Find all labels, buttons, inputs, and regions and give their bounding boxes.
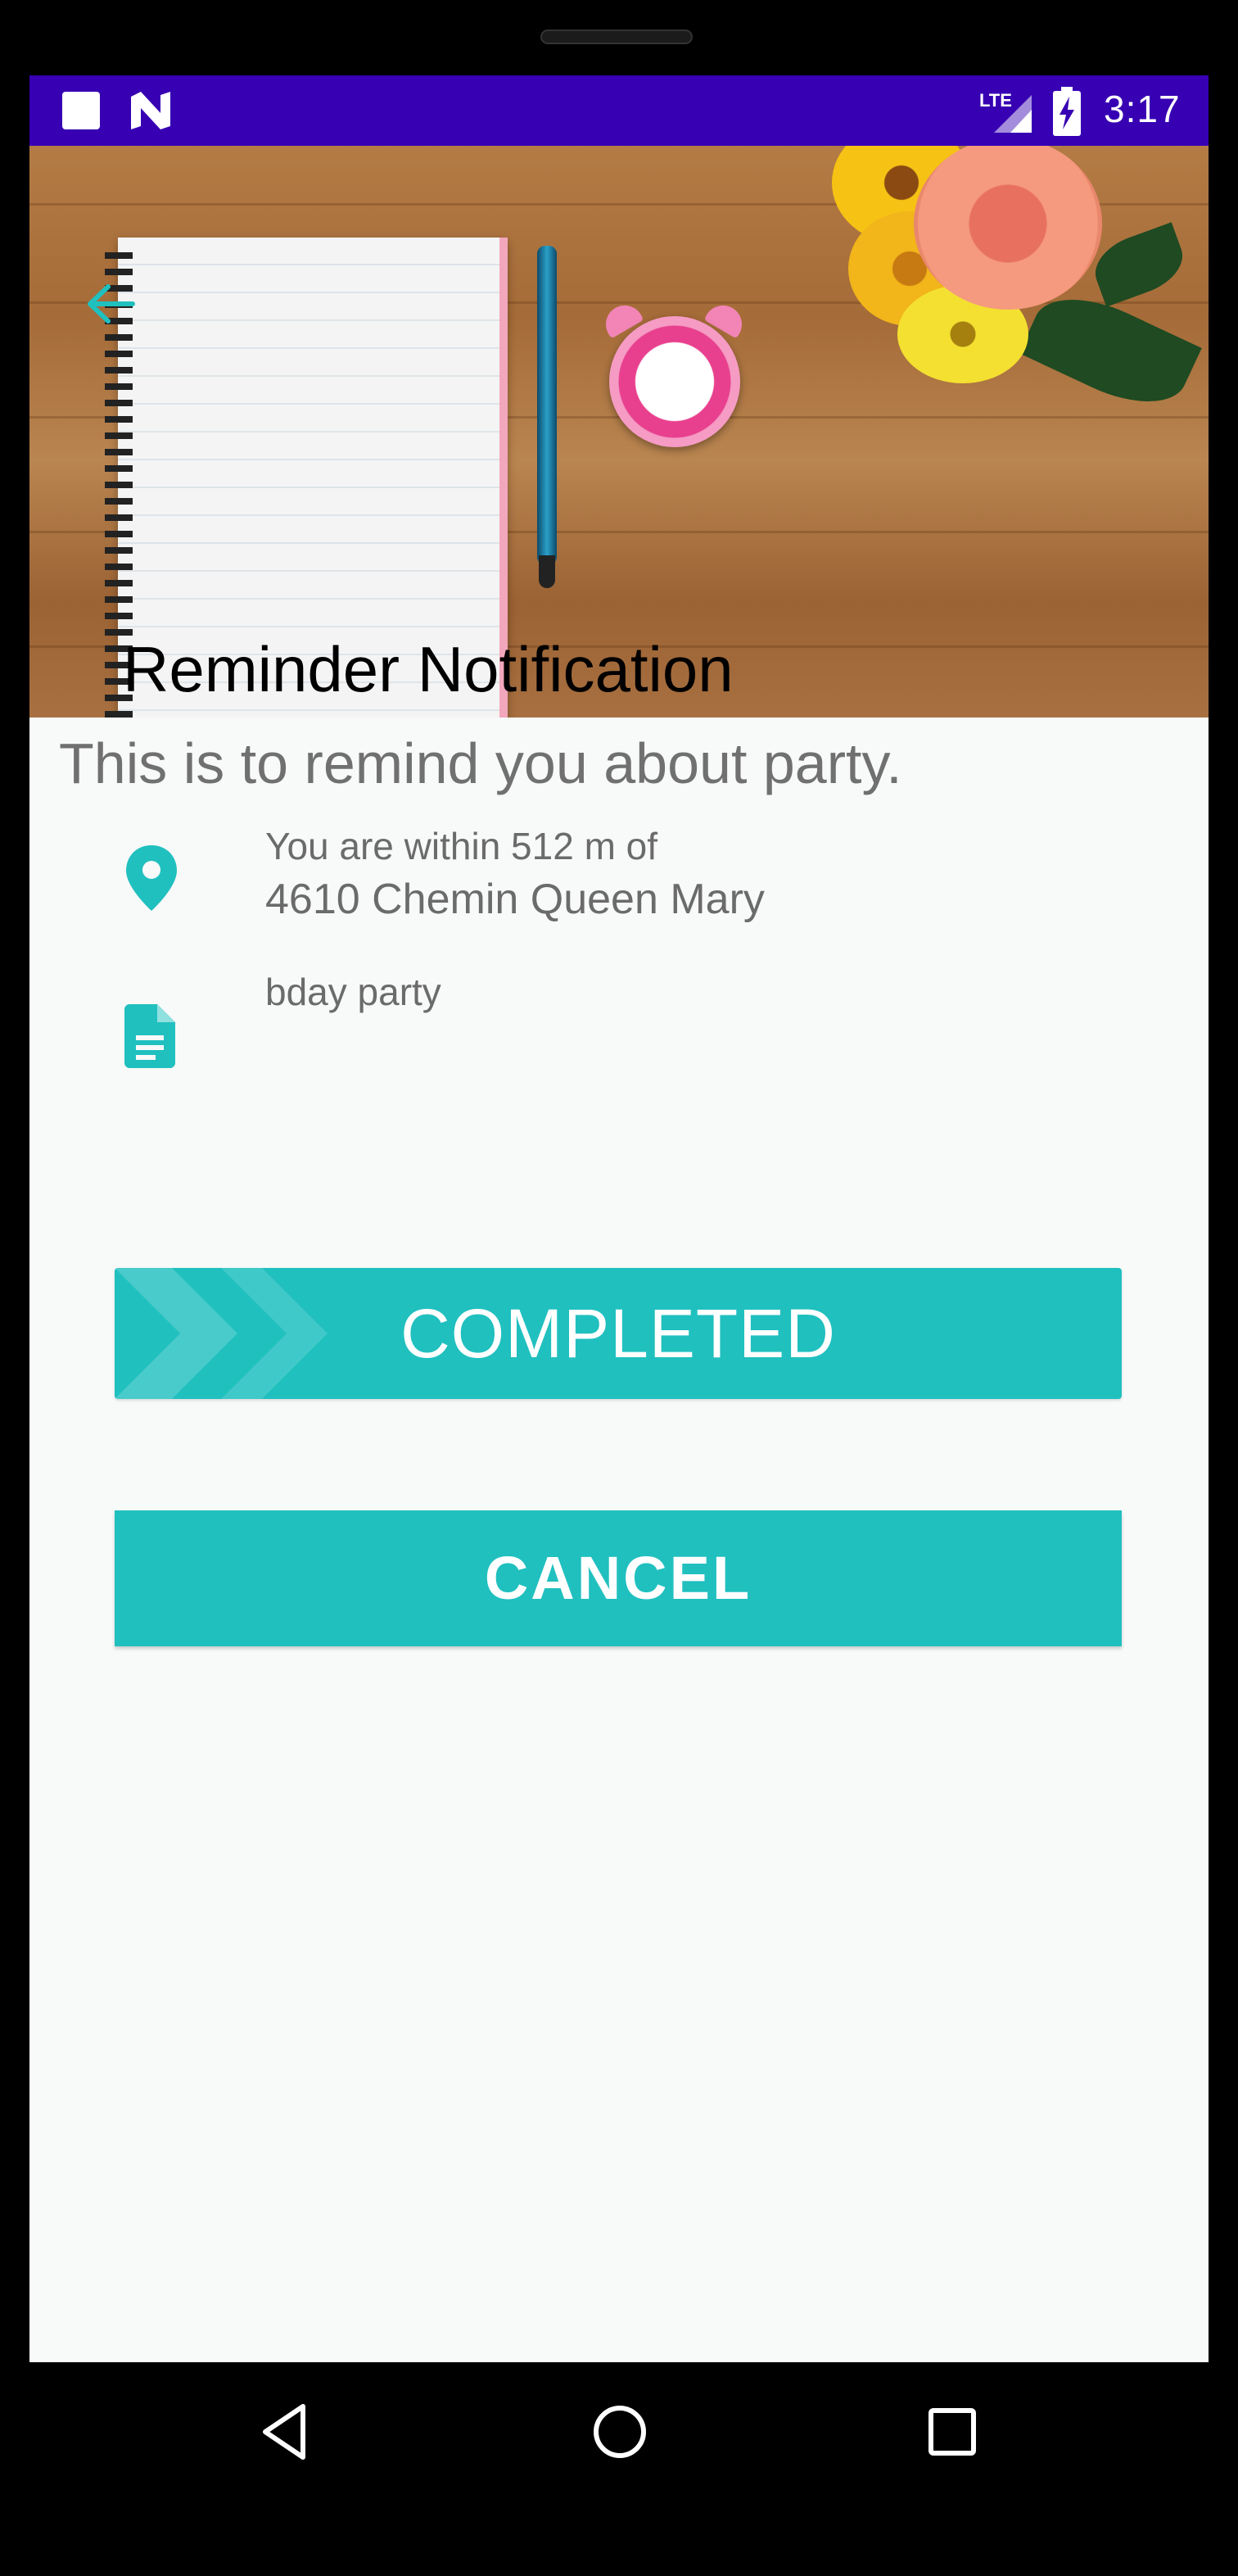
- earpiece-speaker: [540, 29, 693, 44]
- location-pin-icon: [126, 845, 177, 911]
- clock-time: 3:17: [1104, 88, 1181, 130]
- signal-icon: [994, 95, 1032, 133]
- carnation-illustration: [914, 146, 1102, 310]
- n-notification-icon: [131, 92, 170, 129]
- nav-home-icon[interactable]: [583, 2395, 657, 2469]
- pen-illustration: [537, 246, 557, 565]
- app-screen: LTE 3:17 Reminder Notification This is t…: [29, 75, 1209, 2362]
- pen-tip: [539, 555, 555, 588]
- leaf-illustration: [1087, 222, 1191, 307]
- back-arrow-icon[interactable]: [75, 267, 149, 341]
- system-nav-bar: [29, 2362, 1209, 2498]
- reminder-note: bday party: [265, 971, 441, 1013]
- header-image: Reminder Notification: [29, 146, 1209, 718]
- cancel-button[interactable]: CANCEL: [115, 1510, 1122, 1646]
- status-bar: LTE 3:17: [29, 75, 1209, 146]
- device-frame: LTE 3:17 Reminder Notification This is t…: [0, 0, 1238, 2576]
- page-title: Reminder Notification: [123, 633, 734, 705]
- alarm-clock-illustration: [609, 316, 740, 447]
- notification-square-icon: [62, 92, 100, 129]
- location-distance-text: You are within 512 m of: [265, 825, 658, 867]
- cancel-button-label: CANCEL: [484, 1544, 752, 1612]
- completed-button[interactable]: COMPLETED: [115, 1268, 1122, 1399]
- nav-recents-icon[interactable]: [915, 2395, 989, 2469]
- document-icon: [124, 1004, 175, 1068]
- location-address: 4610 Chemin Queen Mary: [265, 876, 765, 923]
- completed-button-label: COMPLETED: [400, 1295, 836, 1372]
- nav-back-icon[interactable]: [251, 2395, 324, 2469]
- battery-charging-icon: [1053, 87, 1081, 136]
- reminder-subject: This is to remind you about party.: [59, 731, 902, 795]
